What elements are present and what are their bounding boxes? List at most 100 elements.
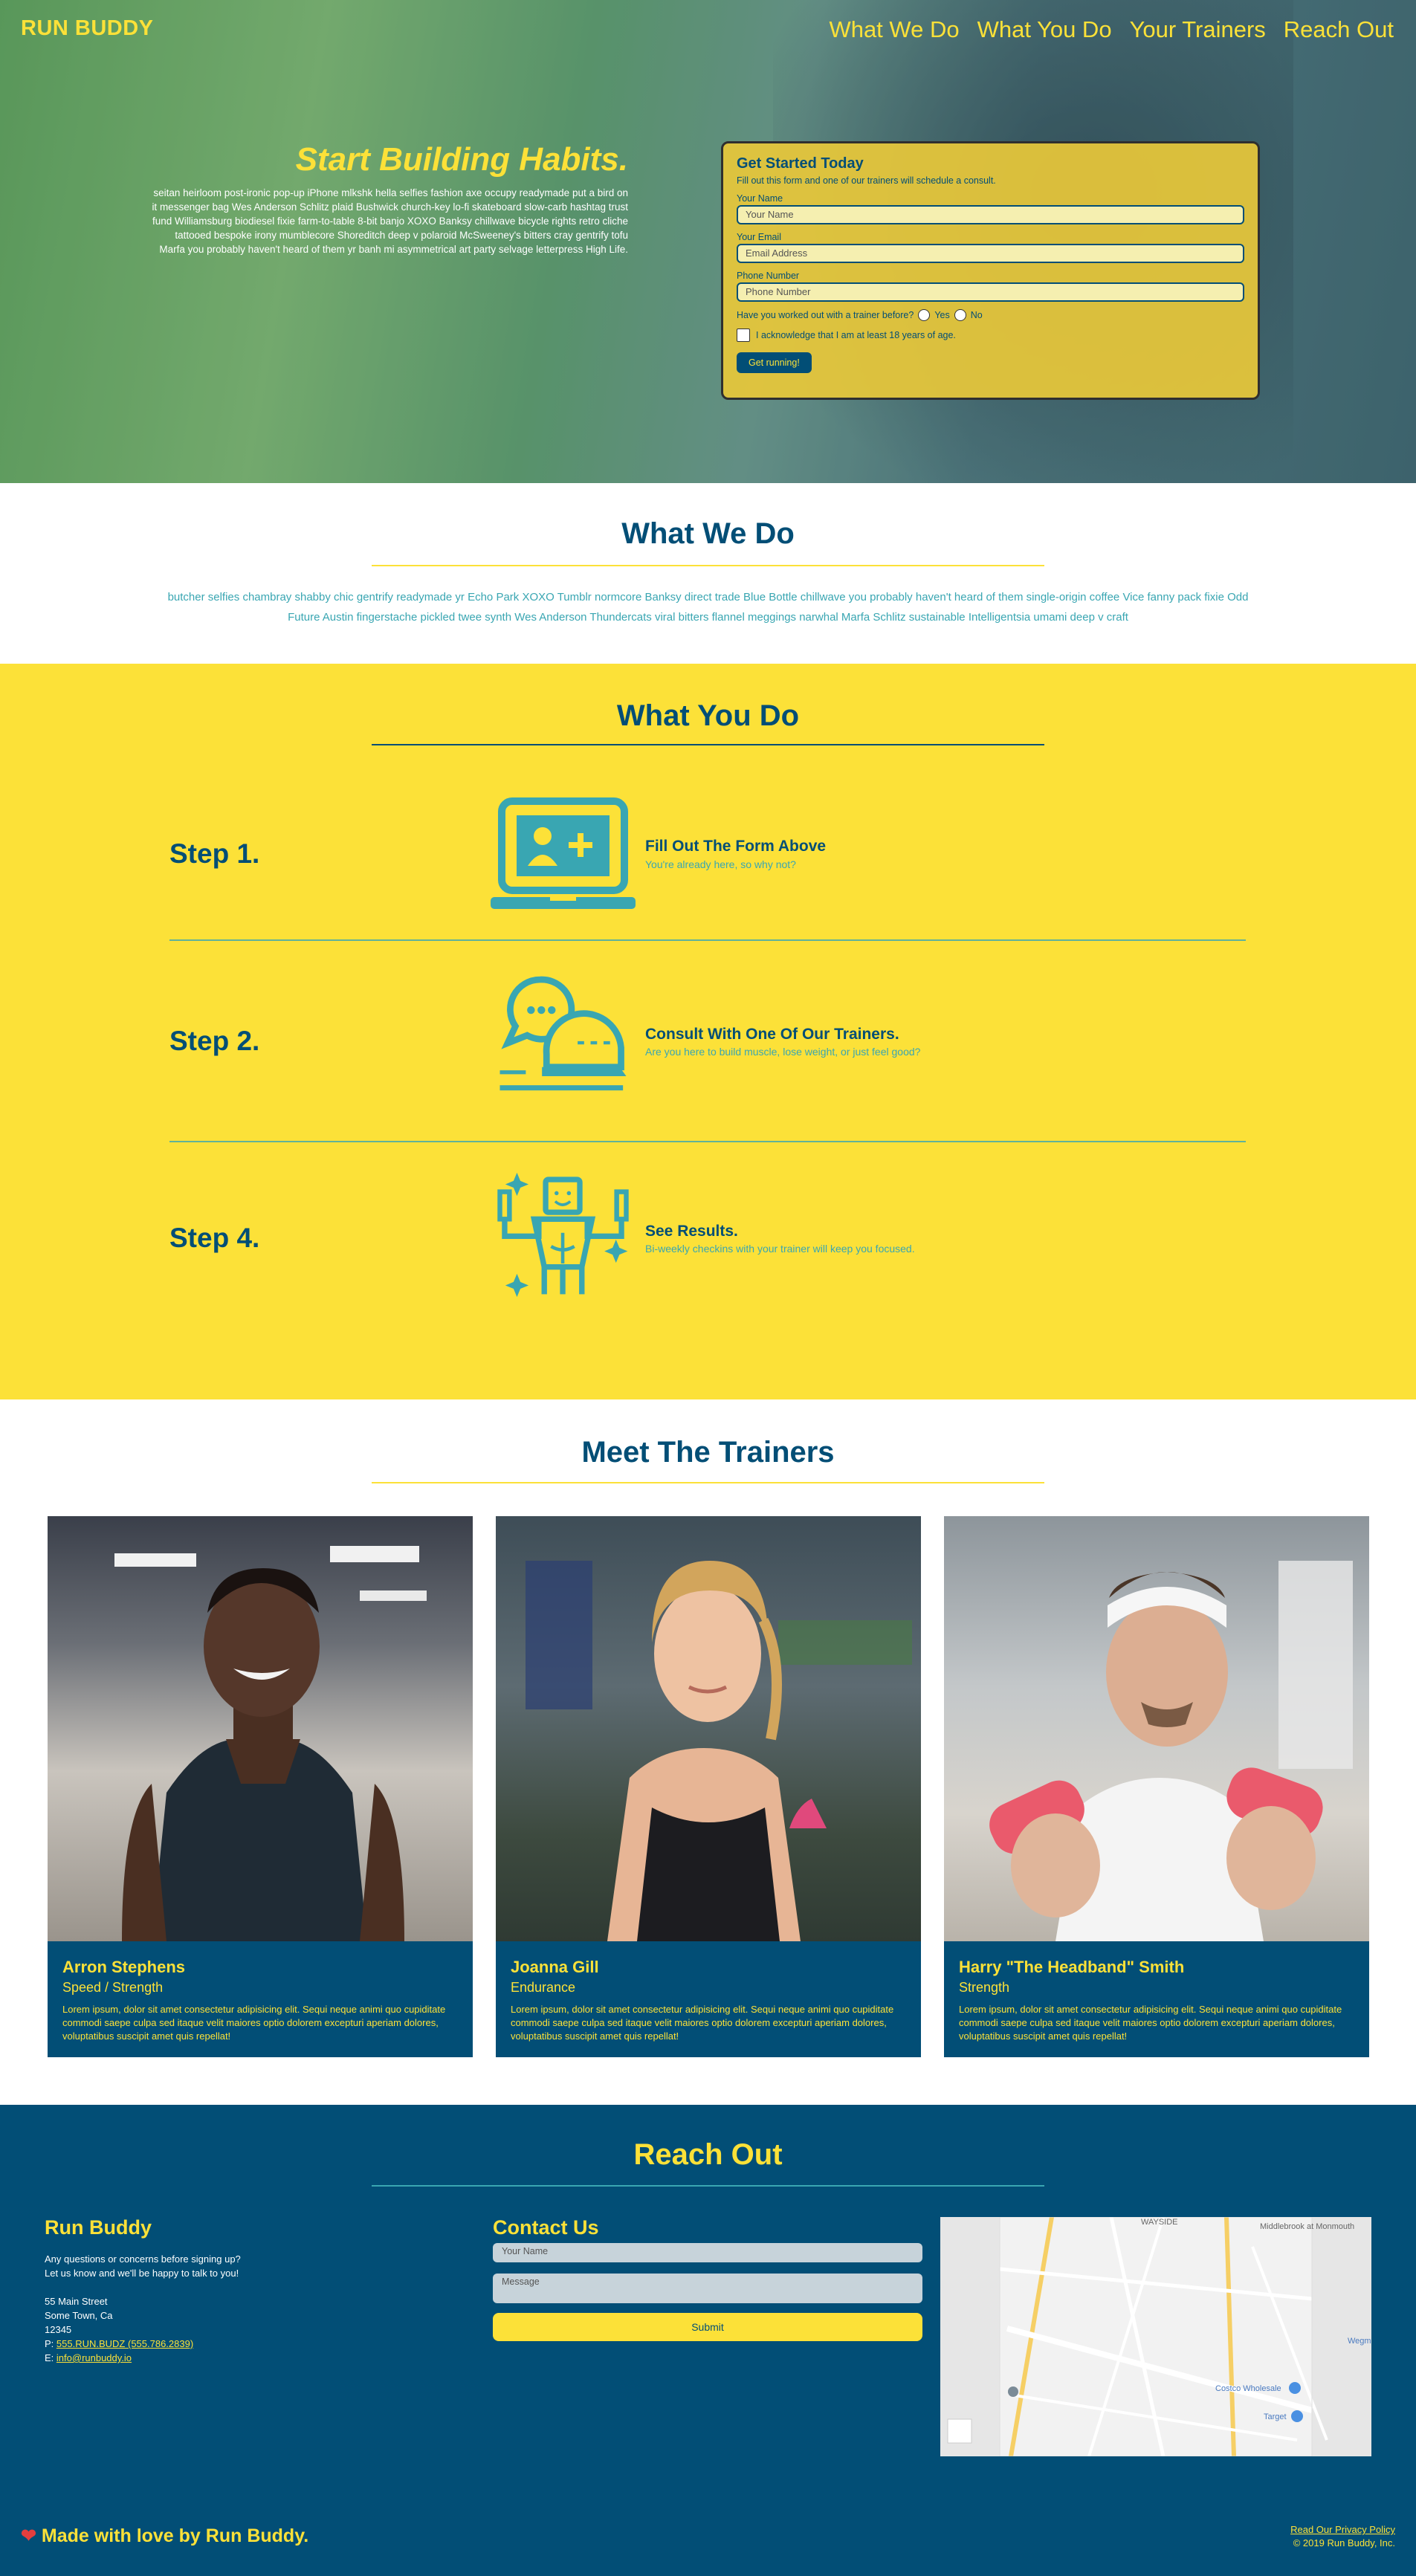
- address-line-2: Some Town, Ca: [45, 2310, 113, 2321]
- footer-love-text: Made with love by Run Buddy.: [41, 2525, 309, 2546]
- name-label: Your Name: [737, 193, 783, 204]
- strong-person-icon: [497, 1172, 629, 1298]
- reach-out-title: Reach Out: [633, 2138, 783, 2171]
- phone-link[interactable]: 555.RUN.BUDZ (555.786.2839): [56, 2338, 193, 2349]
- email-label: Your Email: [737, 232, 781, 242]
- trainer-photo-arron: [48, 1516, 473, 1941]
- trainer-role: Speed / Strength: [62, 1980, 164, 1995]
- company-heading: Run Buddy: [45, 2216, 152, 2239]
- phone-input[interactable]: Phone Number: [737, 282, 1244, 302]
- laptop-add-user-icon: [491, 797, 636, 909]
- trainer-role: Strength: [959, 1980, 1010, 1995]
- trainer-info: Arron Stephens Speed / Strength Lorem ip…: [48, 1941, 473, 2057]
- trainer-bio: Lorem ipsum, dolor sit amet consectetur …: [959, 2004, 1342, 2042]
- step-2-label: Step 2.: [169, 1026, 260, 1056]
- map-label: Wegm: [1348, 2337, 1371, 2346]
- step-divider: [169, 1141, 1246, 1142]
- step-4-desc: Bi-weekly checkins with your trainer wil…: [645, 1243, 915, 1255]
- step-1-label: Step 1.: [169, 838, 260, 869]
- trainer-photo-harry: [944, 1516, 1369, 1941]
- get-running-button[interactable]: Get running!: [737, 352, 812, 373]
- step-4-title: See Results.: [645, 1223, 738, 1240]
- step-1-title: Fill Out The Form Above: [645, 838, 827, 855]
- step-2-desc: Are you here to build muscle, lose weigh…: [645, 1046, 921, 1058]
- map-label: WAYSIDE: [1141, 2218, 1178, 2227]
- phone-label: Phone Number: [737, 271, 800, 281]
- address-line-1: 55 Main Street: [45, 2296, 108, 2307]
- chat-bubbles-icon: [500, 976, 627, 1091]
- trainer-photo-joanna: [496, 1516, 921, 1941]
- trainer-name: Arron Stephens: [62, 1958, 186, 1976]
- trainer-card: Joanna Gill Endurance Lorem ipsum, dolor…: [496, 1516, 921, 2057]
- radio-no[interactable]: [954, 309, 966, 321]
- email-link[interactable]: info@runbuddy.io: [56, 2352, 132, 2363]
- nav-your-trainers[interactable]: Your Trainers: [1130, 16, 1266, 43]
- reach-out-divider: [372, 2185, 1044, 2187]
- contact-submit-button[interactable]: Submit: [493, 2313, 922, 2341]
- privacy-policy-link[interactable]: Read Our Privacy Policy: [1290, 2524, 1395, 2535]
- age-checkbox[interactable]: [737, 329, 750, 342]
- site-logo[interactable]: RUN BUDDY: [21, 16, 154, 41]
- name-input[interactable]: Your Name: [737, 205, 1244, 224]
- main-nav: What We Do What You Do Your Trainers Rea…: [829, 16, 1394, 43]
- map-label: Middlebrook at Monmouth: [1260, 2222, 1354, 2231]
- trainer-info: Harry "The Headband" Smith Strength Lore…: [944, 1941, 1369, 2057]
- trainer-card: Harry "The Headband" Smith Strength Lore…: [944, 1516, 1369, 2057]
- step-2-title: Consult With One Of Our Trainers.: [645, 1026, 899, 1043]
- what-we-do-text: butcher selfies chambray shabby chic gen…: [167, 591, 1249, 624]
- hero-section: RUN BUDDY What We Do What You Do Your Tr…: [0, 0, 1416, 483]
- nav-what-you-do[interactable]: What You Do: [977, 16, 1112, 43]
- age-checkbox-label: I acknowledge that I am at least 18 year…: [756, 330, 956, 340]
- radio-yes-label: Yes: [934, 310, 950, 320]
- company-info: Any questions or concerns before signing…: [45, 2252, 241, 2365]
- what-you-do-title: What You Do: [616, 699, 800, 732]
- intro-line-1: Any questions or concerns before signing…: [45, 2253, 241, 2265]
- phone-line: P: 555.RUN.BUDZ (555.786.2839): [45, 2337, 241, 2351]
- trainers-title: Meet The Trainers: [581, 1436, 835, 1469]
- trainer-bio: Lorem ipsum, dolor sit amet consectetur …: [62, 2004, 446, 2042]
- phone-prefix: P:: [45, 2338, 56, 2349]
- contact-name-input[interactable]: Your Name: [493, 2243, 922, 2262]
- heart-icon: ❤: [21, 2525, 36, 2546]
- trainer-name: Joanna Gill: [511, 1958, 599, 1976]
- hero-paragraph: seitan heirloom post-ironic pop-up iPhon…: [152, 187, 628, 255]
- trainer-card: Arron Stephens Speed / Strength Lorem ip…: [48, 1516, 473, 2057]
- what-we-do-title: What We Do: [621, 517, 795, 550]
- nav-what-we-do[interactable]: What We Do: [829, 16, 959, 43]
- what-we-do-divider: [372, 565, 1044, 566]
- trainer-role: Endurance: [511, 1980, 576, 1995]
- email-line: E: info@runbuddy.io: [45, 2351, 241, 2365]
- email-input[interactable]: Email Address: [737, 244, 1244, 263]
- what-you-do-section: What You Do Step 1. Fill Out The Form Ab…: [0, 664, 1416, 1399]
- form-title: Get Started Today: [737, 155, 864, 172]
- radio-yes[interactable]: [918, 309, 931, 321]
- trainer-question: Have you worked out with a trainer befor…: [737, 309, 1244, 321]
- footer-made-with-love: ❤ Made with love by Run Buddy.: [21, 2525, 308, 2547]
- contact-heading: Contact Us: [493, 2216, 599, 2239]
- form-subtitle: Fill out this form and one of our traine…: [737, 175, 996, 186]
- nav-reach-out[interactable]: Reach Out: [1284, 16, 1394, 43]
- map-label: Costco Wholesale: [1215, 2384, 1281, 2393]
- map-label: Target: [1264, 2412, 1287, 2421]
- copyright-text: © 2019 Run Buddy, Inc.: [1293, 2537, 1395, 2549]
- trainers-divider: [372, 1482, 1044, 1483]
- address-zip: 12345: [45, 2324, 72, 2335]
- signup-form: Get Started Today Fill out this form and…: [721, 141, 1260, 400]
- contact-message-input[interactable]: Message: [493, 2274, 922, 2303]
- radio-no-label: No: [970, 310, 983, 320]
- hero-title: Start Building Habits.: [295, 141, 628, 178]
- what-you-do-divider: [372, 744, 1044, 745]
- age-acknowledge: I acknowledge that I am at least 18 year…: [737, 329, 1244, 342]
- step-divider: [169, 939, 1246, 941]
- trainer-name: Harry "The Headband" Smith: [959, 1958, 1185, 1976]
- step-1-desc: You're already here, so why not?: [645, 858, 796, 870]
- hero-intro: Start Building Habits. seitan heirloom p…: [149, 141, 628, 256]
- intro-line-2: Let us know and we'll be happy to talk t…: [45, 2268, 239, 2279]
- location-map[interactable]: WAYSIDE Middlebrook at Monmouth Costco W…: [940, 2217, 1371, 2456]
- footer-legal: Read Our Privacy Policy © 2019 Run Buddy…: [1290, 2523, 1395, 2550]
- trainer-bio: Lorem ipsum, dolor sit amet consectetur …: [511, 2004, 894, 2042]
- trainer-info: Joanna Gill Endurance Lorem ipsum, dolor…: [496, 1941, 921, 2057]
- step-4-label: Step 4.: [169, 1223, 260, 1253]
- email-prefix: E:: [45, 2352, 56, 2363]
- trainer-question-label: Have you worked out with a trainer befor…: [737, 310, 914, 320]
